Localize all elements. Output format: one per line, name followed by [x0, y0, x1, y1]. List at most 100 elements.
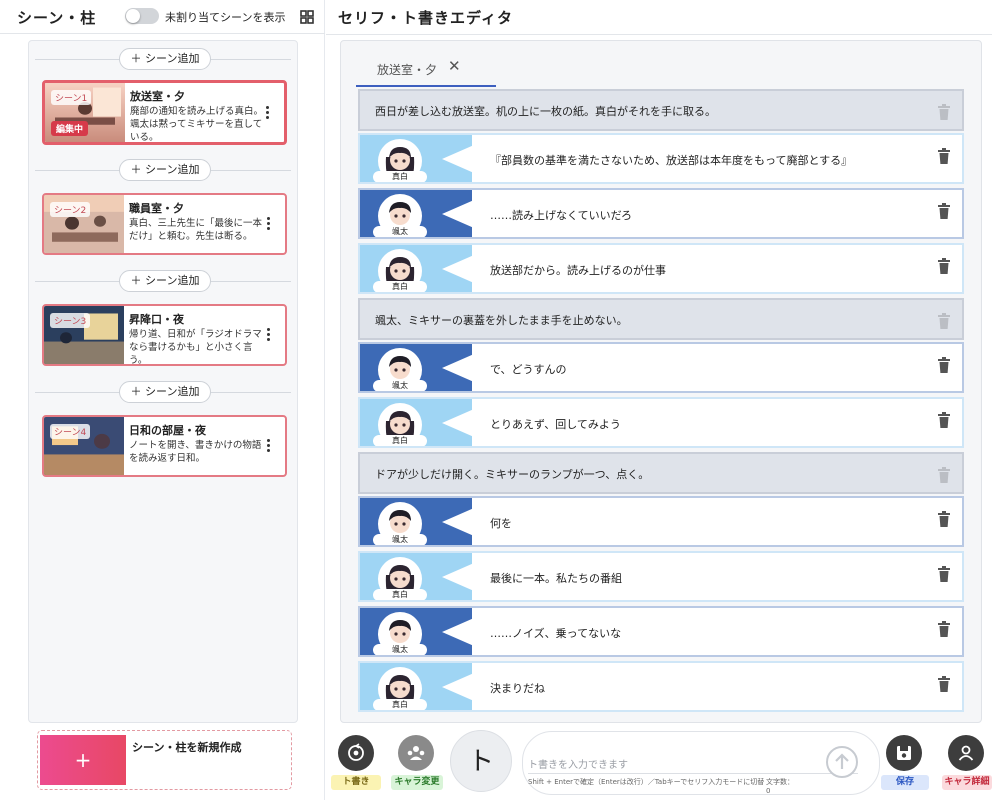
- scene-card[interactable]: シーン1 編集中 放送室・夕 廃部の通知を読み上げる真白。颯太は黙ってミキサーを…: [42, 80, 287, 145]
- scene-card[interactable]: シーン3 昇降口・夜 帰り道、日和が「ラジオドラマなら書けるかも」と小さく言う。: [42, 304, 287, 366]
- input-placeholder: ト書きを入力できます: [528, 760, 628, 771]
- new-scene-label: シーン・柱を新規作成: [132, 741, 242, 754]
- bubble-tail: [442, 409, 474, 437]
- plus-icon: +: [40, 735, 126, 785]
- add-scene-button[interactable]: ＋ シーン追加: [119, 270, 211, 292]
- dialogue-row[interactable]: 颯太 で、どうすんの: [358, 342, 964, 393]
- trash-icon[interactable]: [937, 511, 951, 527]
- bubble-tail: [442, 508, 474, 536]
- scene-title: 日和の部屋・夜: [129, 424, 206, 437]
- trash-icon[interactable]: [937, 313, 951, 329]
- bubble-tail: [442, 354, 474, 382]
- scene-description: 廃部の通知を読み上げる真白。颯太は黙ってミキサーを直している。: [130, 106, 264, 143]
- toggle-knob: [126, 9, 140, 23]
- add-scene-row: ＋ シーン追加: [29, 270, 297, 292]
- unassigned-toggle-label: 未割り当てシーンを表示: [165, 11, 286, 24]
- dialogue-row[interactable]: 颯太 ……読み上げなくていいだろ: [358, 188, 964, 239]
- trash-icon[interactable]: [937, 467, 951, 483]
- tab-scene[interactable]: 放送室・夕 ✕: [356, 57, 496, 87]
- script-editor: 放送室・夕 ✕ 西日が差し込む放送室。机の上に一枚の紙。真白がそれを手に取る。真…: [340, 40, 982, 723]
- rotate-icon: [348, 743, 364, 761]
- unassigned-toggle[interactable]: [125, 8, 159, 24]
- character-name: 真白: [373, 281, 427, 292]
- dialogue-row[interactable]: 真白 最後に一本。私たちの番組: [358, 551, 964, 602]
- trash-icon[interactable]: [937, 148, 951, 164]
- dialogue-text: 放送部だから。読み上げるのが仕事: [490, 264, 666, 277]
- scene-tag: シーン1: [51, 90, 92, 105]
- dialogue-row[interactable]: 真白 決まりだね: [358, 661, 964, 712]
- character-name: 真白: [373, 589, 427, 600]
- bubble-tail: [442, 255, 474, 283]
- more-vert-icon[interactable]: [267, 328, 271, 342]
- dialogue-row[interactable]: 真白 放送部だから。読み上げるのが仕事: [358, 243, 964, 294]
- more-vert-icon[interactable]: [267, 439, 271, 453]
- close-icon[interactable]: ✕: [448, 57, 461, 75]
- dialogue-text: 決まりだね: [490, 682, 545, 695]
- action-row[interactable]: ドアが少しだけ開く。ミキサーのランプが一つ、点く。: [358, 452, 964, 494]
- tab-label: 放送室・夕: [377, 63, 438, 77]
- dialogue-row[interactable]: 真白 『部員数の基準を満たさないため、放送部は本年度をもって廃部とする』: [358, 133, 964, 184]
- dialogue-row[interactable]: 真白 とりあえず、回してみよう: [358, 397, 964, 448]
- dialogue-row[interactable]: 颯太 ……ノイズ、乗ってないな: [358, 606, 964, 657]
- trash-icon[interactable]: [937, 104, 951, 120]
- scene-tag: シーン2: [50, 202, 91, 217]
- add-scene-row: ＋ シーン追加: [29, 381, 297, 403]
- scene-card[interactable]: シーン2 職員室・夕 真白、三上先生に「最後に一本だけ」と頼む。先生は断る。: [42, 193, 287, 255]
- trash-icon[interactable]: [937, 621, 951, 637]
- editing-badge: 編集中: [51, 121, 89, 136]
- chara-detail-button[interactable]: [948, 735, 984, 771]
- editor-panel: セリフ・ト書きエディタ 放送室・夕 ✕ 西日が差し込む放送室。机の上に一枚の紙。…: [326, 0, 1000, 800]
- chara-change-label: キャラ変更: [391, 775, 443, 790]
- trash-icon[interactable]: [937, 357, 951, 373]
- dialogue-text: で、どうすんの: [490, 363, 567, 376]
- add-scene-button[interactable]: ＋ シーン追加: [119, 381, 211, 403]
- char-count: 文字数： 0: [766, 778, 794, 796]
- add-scene-row: ＋ シーン追加: [29, 48, 297, 70]
- person-icon: [958, 745, 974, 761]
- save-label: 保存: [881, 775, 929, 790]
- scene-title: 昇降口・夜: [129, 313, 184, 326]
- bubble-tail: [442, 200, 474, 228]
- dialogue-text: 何を: [490, 517, 512, 530]
- character-name: 颯太: [373, 534, 427, 545]
- trash-icon[interactable]: [937, 566, 951, 582]
- more-vert-icon[interactable]: [267, 217, 271, 231]
- scene-tag: シーン4: [50, 424, 91, 439]
- editor-title: セリフ・ト書きエディタ: [338, 9, 513, 27]
- people-icon: [407, 746, 425, 760]
- chara-detail-label: キャラ詳細: [942, 775, 992, 790]
- bubble-tail: [442, 618, 474, 646]
- char-count-value: 0: [766, 787, 771, 795]
- save-button[interactable]: [886, 735, 922, 771]
- add-scene-button[interactable]: ＋ シーン追加: [119, 159, 211, 181]
- scene-title: 放送室・夕: [130, 90, 185, 103]
- scene-tag: シーン3: [50, 313, 91, 328]
- dialogue-text: とりあえず、回してみよう: [490, 418, 621, 431]
- new-scene-button[interactable]: + シーン・柱を新規作成: [37, 730, 292, 790]
- action-text: 西日が差し込む放送室。机の上に一枚の紙。真白がそれを手に取る。: [375, 105, 716, 118]
- character-name: 颯太: [373, 644, 427, 655]
- dialogue-text: 『部員数の基準を満たさないため、放送部は本年度をもって廃部とする』: [490, 154, 853, 167]
- dialogue-text: ……読み上げなくていいだろ: [490, 209, 633, 222]
- trash-icon[interactable]: [937, 676, 951, 692]
- input-bar: ト書き キャラ変更 ト ト書きを入力できます Shift + Enterで確定（…: [326, 727, 1000, 800]
- action-row[interactable]: 颯太、ミキサーの裏蓋を外したまま手を止めない。: [358, 298, 964, 340]
- dialogue-row[interactable]: 颯太 何を: [358, 496, 964, 547]
- scene-description: 真白、三上先生に「最後に一本だけ」と頼む。先生は断る。: [129, 218, 263, 242]
- trash-icon[interactable]: [937, 203, 951, 219]
- scene-card[interactable]: シーン4 日和の部屋・夜 ノートを開き、書きかけの物語を読み返す日和。: [42, 415, 287, 477]
- more-vert-icon[interactable]: [266, 105, 270, 120]
- add-scene-button[interactable]: ＋ シーン追加: [119, 48, 211, 70]
- togaki-mode-button[interactable]: [338, 735, 374, 771]
- mode-indicator-button[interactable]: ト: [450, 730, 512, 792]
- action-text: ドアが少しだけ開く。ミキサーのランプが一つ、点く。: [375, 468, 650, 481]
- grid-view-icon[interactable]: [300, 10, 314, 24]
- send-button[interactable]: [826, 746, 858, 778]
- trash-icon[interactable]: [937, 258, 951, 274]
- dialogue-text: 最後に一本。私たちの番組: [490, 572, 622, 585]
- bubble-tail: [442, 563, 474, 591]
- scene-panel: シーン・柱 未割り当てシーンを表示 ＋ シーン追加 シーン1 編集中 放送室・夕…: [0, 0, 325, 800]
- action-row[interactable]: 西日が差し込む放送室。机の上に一枚の紙。真白がそれを手に取る。: [358, 89, 964, 131]
- trash-icon[interactable]: [937, 412, 951, 428]
- chara-change-button[interactable]: [398, 735, 434, 771]
